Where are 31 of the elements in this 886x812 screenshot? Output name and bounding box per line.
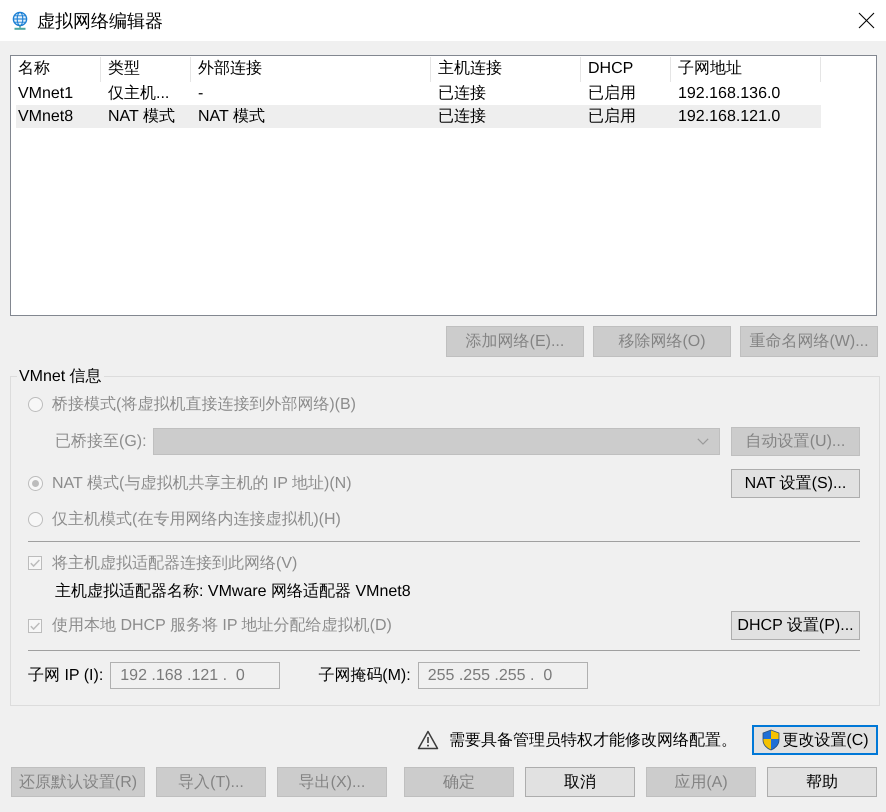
table-cell-text: - [197, 84, 204, 104]
group-title: VMnet 信息 [18, 367, 103, 386]
globe-icon [11, 11, 29, 30]
warning-icon [417, 730, 439, 750]
window-title: 虚拟网络编辑器 [37, 10, 163, 32]
chevron-down-icon [697, 438, 709, 445]
nat-settings-button[interactable]: NAT 设置(S)... [731, 469, 860, 498]
field-label: 子网 IP (I): [28, 666, 104, 686]
table-cell-text: 已启用 [587, 106, 637, 127]
warning-message: 需要具备管理员特权才能修改网络配置。 [449, 730, 737, 750]
adapter-name-text: 主机虚拟适配器名称: VMware 网络适配器 VMnet8 [55, 582, 411, 602]
help-button[interactable]: 帮助 [767, 767, 877, 797]
table-cell-text: 192.168.121.0 [677, 107, 782, 127]
table-cell-text: NAT 模式 [197, 106, 266, 127]
table-cell-text: 仅主机... [107, 84, 170, 104]
change-settings-button[interactable]: 更改设置(C) [752, 725, 878, 755]
table-cell-text: 已连接 [437, 106, 487, 127]
table-row[interactable]: VMnet8 NAT 模式 NAT 模式 已连接 已启用 192.168.121.0 [16, 105, 821, 128]
dhcp-settings-button[interactable]: DHCP 设置(P)... [731, 611, 860, 640]
table-cell-text: NAT 模式 [107, 106, 176, 127]
table-cell-text: 已连接 [437, 84, 487, 104]
table-cell-text: VMnet1 [17, 84, 74, 104]
shield-icon [761, 729, 782, 751]
table-cell-text: VMnet8 [17, 107, 74, 127]
table-cell-text: 已启用 [587, 84, 637, 104]
field-label: 已桥接至(G): [55, 432, 147, 452]
close-icon [858, 12, 875, 29]
field-label: 子网掩码(M): [318, 666, 411, 686]
table-row[interactable]: VMnet1 仅主机... - 已连接 已启用 192.168.136.0 [16, 82, 821, 105]
table-cell-text: 192.168.136.0 [677, 84, 782, 104]
cancel-button[interactable]: 取消 [525, 767, 635, 797]
